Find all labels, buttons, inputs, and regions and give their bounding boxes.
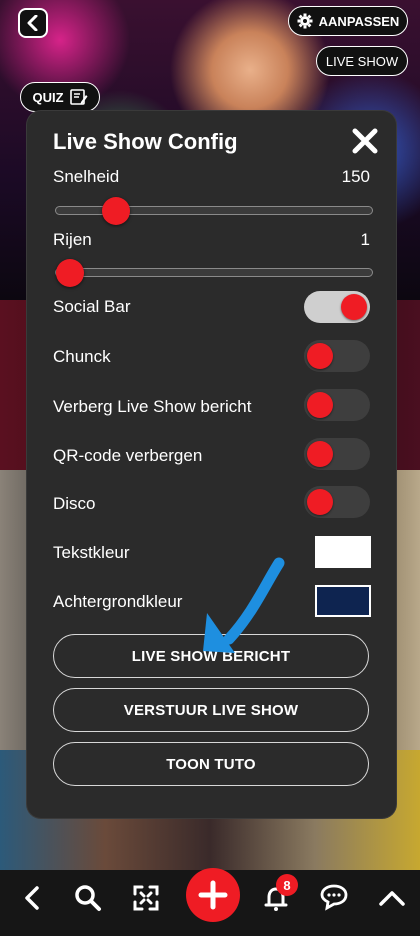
customize-label: AANPASSEN (318, 13, 400, 29)
live-show-config-modal: Live Show Config Snelheid 150 Rijen 1 So… (27, 111, 396, 818)
chevron-left-icon (27, 15, 38, 31)
disco-toggle[interactable] (304, 486, 370, 518)
toggle-knob (307, 489, 333, 515)
toggle-label-hide-message: Verberg Live Show bericht (53, 397, 252, 416)
fullscreen-icon (133, 885, 159, 911)
show-tutorial-button[interactable]: TOON TUTO (53, 742, 369, 786)
hide-message-toggle[interactable] (304, 389, 370, 421)
speed-slider-thumb[interactable] (102, 197, 131, 225)
toggle-knob (307, 392, 333, 418)
speed-label: Snelheid (53, 167, 120, 186)
background-color-swatch[interactable] (315, 585, 371, 617)
modal-title: Live Show Config (53, 129, 238, 154)
toggle-label-social-bar: Social Bar (53, 297, 131, 316)
customize-button[interactable]: AANPASSEN (288, 6, 408, 36)
text-color-label: Tekstkleur (53, 543, 130, 562)
nav-scroll-up-button[interactable] (372, 878, 412, 918)
guide-arrow-icon (203, 557, 285, 653)
live-show-button[interactable]: LIVE SHOW (316, 46, 408, 76)
gear-icon (297, 13, 313, 29)
chunck-toggle[interactable] (304, 340, 370, 372)
nav-search-button[interactable] (68, 878, 108, 918)
send-live-show-button[interactable]: VERSTUUR LIVE SHOW (53, 688, 369, 732)
rows-value: 1 (360, 230, 370, 249)
toggle-knob (341, 294, 367, 320)
quiz-button[interactable]: QUIZ (20, 82, 100, 112)
back-button[interactable] (18, 8, 48, 38)
chevron-up-icon (379, 891, 405, 906)
speed-value: 150 (341, 167, 370, 186)
live-show-label: LIVE SHOW (325, 53, 399, 69)
toggle-label-hide-qr: QR-code verbergen (53, 446, 203, 465)
quiz-label: QUIZ (32, 89, 64, 105)
nav-fullscreen-button[interactable] (126, 878, 166, 918)
toggle-label-disco: Disco (53, 494, 96, 513)
edit-note-icon (69, 89, 88, 105)
chat-bubbles-icon (320, 884, 348, 911)
nav-back-button[interactable] (12, 878, 52, 918)
social-bar-toggle[interactable] (304, 291, 370, 323)
add-button[interactable] (186, 868, 240, 922)
background-color-label: Achtergrondkleur (53, 592, 183, 611)
notification-count-badge: 8 (276, 874, 298, 896)
chevron-left-icon (25, 886, 39, 910)
toggle-label-chunck: Chunck (53, 347, 111, 366)
rows-slider-thumb[interactable] (56, 259, 84, 287)
search-icon (75, 885, 101, 911)
nav-chat-button[interactable] (316, 878, 356, 918)
rows-label: Rijen (53, 230, 92, 249)
text-color-swatch[interactable] (315, 536, 371, 568)
hide-qr-toggle[interactable] (304, 438, 370, 470)
close-icon[interactable] (351, 127, 379, 155)
plus-icon (198, 880, 228, 910)
toggle-knob (307, 441, 333, 467)
toggle-knob (307, 343, 333, 369)
speed-slider[interactable] (55, 197, 373, 225)
rows-slider[interactable] (55, 259, 373, 287)
